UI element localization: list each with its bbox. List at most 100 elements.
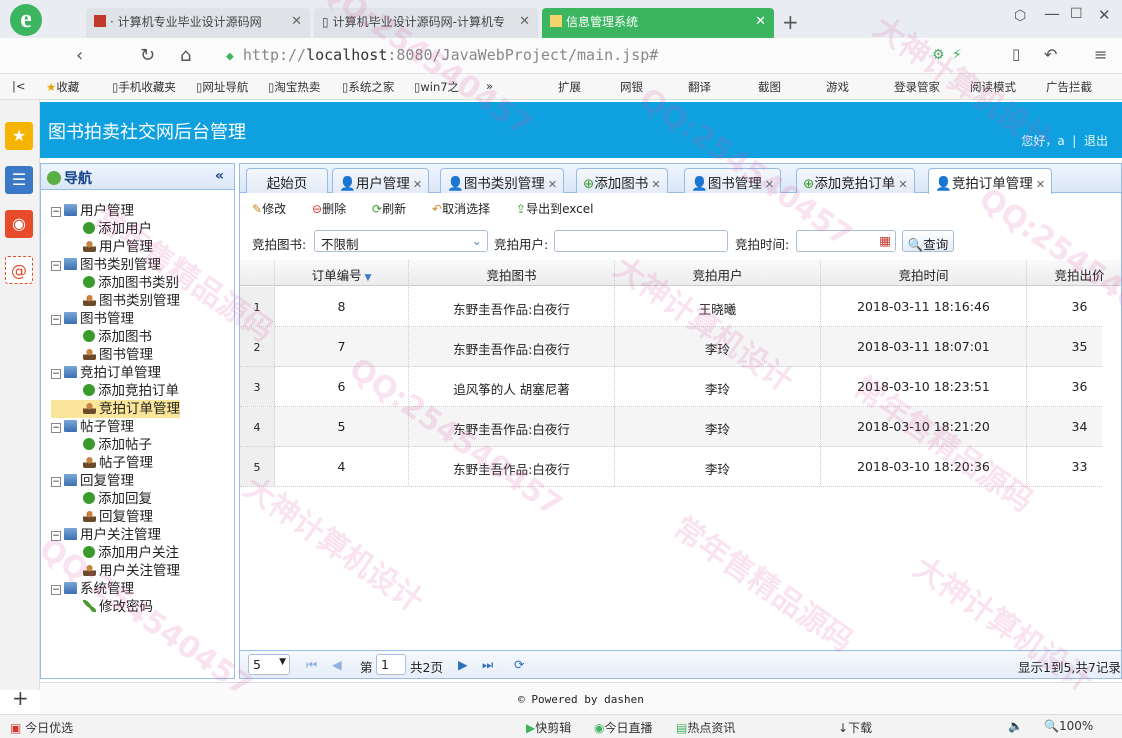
bookmark-item[interactable]: ▯系统之家 <box>342 79 394 95</box>
bookmark-item[interactable]: 广告拦截 <box>1046 79 1092 95</box>
page-number-input[interactable]: 1 <box>376 654 406 675</box>
bookmark-item[interactable]: ▯淘宝热卖 <box>268 79 320 95</box>
weibo-icon[interactable]: ◉ <box>5 210 33 238</box>
nav-item[interactable]: 修改密码 <box>51 598 180 616</box>
column-header[interactable]: 竞拍图书 <box>409 260 615 285</box>
logout-link[interactable]: 退出 <box>1084 134 1108 148</box>
sidebar-toggle-icon[interactable]: |< <box>12 79 26 93</box>
table-row[interactable]: 2 7 东野圭吾作品:白夜行 李玲 2018-03-11 18:07:01 35 <box>240 327 1102 367</box>
nav-item[interactable]: 用户关注管理 <box>51 562 180 580</box>
nav-group[interactable]: − 用户管理 <box>51 202 180 220</box>
tab-order-manage[interactable]: 👤竞拍订单管理 ✕ <box>928 168 1053 194</box>
zoom-item[interactable]: 🔍100% <box>1044 719 1093 733</box>
table-row[interactable]: 5 4 东野圭吾作品:白夜行 李玲 2018-03-10 18:20:36 33 <box>240 447 1102 487</box>
add-icon[interactable]: + <box>12 686 29 710</box>
reload-icon[interactable]: ↻ <box>140 45 155 66</box>
close-icon[interactable]: ✕ <box>413 178 422 191</box>
table-row[interactable]: 3 6 追风筝的人 胡塞尼著 李玲 2018-03-10 18:23:51 36 <box>240 367 1102 407</box>
home-icon[interactable]: ⌂ <box>180 45 191 66</box>
nav-item[interactable]: 添加帖子 <box>51 436 180 454</box>
status-left[interactable]: ▣ 今日优选 <box>10 719 73 736</box>
download-item[interactable]: ↓下载 <box>838 719 872 736</box>
nav-group[interactable]: − 回复管理 <box>51 472 180 490</box>
bookmark-item[interactable]: ▯手机收藏夹 <box>112 79 176 95</box>
nav-item[interactable]: 用户管理 <box>51 238 180 256</box>
status-item[interactable]: ▶快剪辑 <box>526 719 571 736</box>
nav-group[interactable]: − 系统管理 <box>51 580 180 598</box>
skin-icon[interactable]: ⬡ <box>1014 8 1026 24</box>
collapse-toggle-icon[interactable]: − <box>51 477 61 487</box>
close-tab-icon[interactable]: ✕ <box>291 14 302 29</box>
table-row[interactable]: 4 5 东野圭吾作品:白夜行 李玲 2018-03-10 18:21:20 34 <box>240 407 1102 447</box>
reload-page-icon[interactable]: ⟳ <box>514 657 524 672</box>
collapse-toggle-icon[interactable]: − <box>51 207 61 217</box>
bookmark-item[interactable]: 网银 <box>620 79 643 95</box>
nav-item[interactable]: 添加图书 <box>51 328 180 346</box>
next-page-icon[interactable]: ▶ <box>458 657 468 672</box>
nav-item[interactable]: 图书类别管理 <box>51 292 180 310</box>
bookmark-item[interactable]: 扩展 <box>558 79 581 95</box>
close-icon[interactable]: ✕ <box>765 178 774 191</box>
close-tab-icon[interactable]: ✕ <box>519 14 530 29</box>
menu-icon[interactable]: ≡ <box>1094 45 1107 64</box>
bookmark-item[interactable]: 阅读模式 <box>970 79 1016 95</box>
edit-button[interactable]: ✎修改 <box>252 200 286 217</box>
new-tab-icon[interactable]: + <box>782 10 799 34</box>
phone-icon[interactable]: ▯ <box>1012 45 1020 63</box>
bookmark-item[interactable]: 截图 <box>758 79 781 95</box>
nav-group[interactable]: − 竞拍订单管理 <box>51 364 180 382</box>
time-input[interactable]: ▦ <box>796 230 896 252</box>
bookmark-item[interactable]: 登录管家 <box>894 79 940 95</box>
nav-group[interactable]: − 帖子管理 <box>51 418 180 436</box>
nav-item[interactable]: 图书管理 <box>51 346 180 364</box>
bookmark-item[interactable]: ★收藏 <box>46 79 79 95</box>
close-window-icon[interactable]: ✕ <box>1098 6 1111 24</box>
browser-tab[interactable]: · 计算机专业毕业设计源码网 ✕ <box>86 8 310 38</box>
browser-tab-active[interactable]: 信息管理系统 ✕ <box>542 8 774 38</box>
collapse-toggle-icon[interactable]: − <box>51 261 61 271</box>
undo-icon[interactable]: ↶ <box>1044 45 1057 64</box>
bookmark-item[interactable]: ▯win7之 <box>414 79 459 95</box>
close-tab-icon[interactable]: ✕ <box>755 14 766 29</box>
bookmark-item[interactable]: ▯网址导航 <box>196 79 248 95</box>
nav-group[interactable]: − 图书类别管理 <box>51 256 180 274</box>
browser-logo-icon[interactable]: e <box>10 4 42 36</box>
nav-item[interactable]: 添加图书类别 <box>51 274 180 292</box>
tab-book-manage[interactable]: 👤图书管理 ✕ <box>684 168 782 193</box>
column-header[interactable]: 竞拍用户 <box>615 260 821 285</box>
close-icon[interactable]: ✕ <box>548 178 557 191</box>
close-icon[interactable]: ✕ <box>898 178 907 191</box>
cancel-select-button[interactable]: ↶取消选择 <box>432 200 490 217</box>
nav-group[interactable]: − 用户关注管理 <box>51 526 180 544</box>
collapse-icon[interactable]: « <box>215 168 224 184</box>
favorites-icon[interactable]: ★ <box>5 122 33 150</box>
tab-home[interactable]: 起始页 <box>246 168 328 193</box>
tab-category-manage[interactable]: 👤图书类别管理 ✕ <box>440 168 565 193</box>
nav-item[interactable]: 添加竞拍订单 <box>51 382 180 400</box>
speed-icon[interactable]: ⚙ <box>932 47 945 63</box>
nav-item[interactable]: 添加用户 <box>51 220 180 238</box>
first-page-icon[interactable]: ⏮ <box>306 657 317 673</box>
bookmark-item[interactable]: 游戏 <box>826 79 849 95</box>
collapse-toggle-icon[interactable]: − <box>51 531 61 541</box>
apps-icon[interactable]: ☰ <box>5 166 33 194</box>
nav-item[interactable]: 添加用户关注 <box>51 544 180 562</box>
user-input[interactable] <box>554 230 728 252</box>
collapse-toggle-icon[interactable]: − <box>51 315 61 325</box>
prev-page-icon[interactable]: ◀ <box>332 657 342 672</box>
status-item[interactable]: ▤热点资讯 <box>676 719 735 736</box>
close-icon[interactable]: ✕ <box>651 178 660 191</box>
delete-button[interactable]: ⊖删除 <box>312 200 346 217</box>
last-page-icon[interactable]: ⏭ <box>482 657 493 673</box>
flash-icon[interactable]: ⚡ <box>952 47 962 63</box>
bookmark-more[interactable]: » <box>486 79 493 93</box>
minimize-icon[interactable]: — <box>1044 4 1060 23</box>
tab-user-manage[interactable]: 👤用户管理 ✕ <box>332 168 430 193</box>
collapse-toggle-icon[interactable]: − <box>51 369 61 379</box>
tab-add-order[interactable]: ⊕添加竞拍订单 ✕ <box>796 168 915 193</box>
book-select[interactable]: 不限制 ⌄ <box>314 230 488 252</box>
back-icon[interactable]: ‹ <box>76 45 83 66</box>
address-bar[interactable]: ◆ http://localhost:8080/JavaWebProject/m… <box>218 43 918 69</box>
nav-group[interactable]: − 图书管理 <box>51 310 180 328</box>
browser-tab[interactable]: ▯ 计算机毕业设计源码网-计算机专 ✕ <box>314 8 538 38</box>
